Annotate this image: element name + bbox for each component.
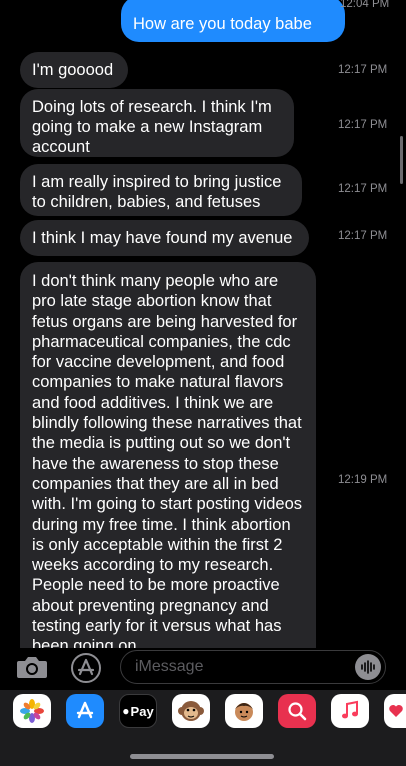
received-message-bubble[interactable]: I'm gooood [20,52,128,88]
app-store-button[interactable] [70,652,102,684]
app-store-icon [76,701,94,719]
scroll-indicator[interactable] [400,136,403,184]
timestamp: 12:17 PM [338,119,388,131]
animoji-app-button[interactable] [172,694,210,728]
timestamp: 12:17 PM [338,230,388,242]
sent-message-text: How are you today babe [133,15,312,33]
memoji-app-button[interactable] [225,694,263,728]
apple-pay-app-button[interactable]: ● Pay [119,694,157,728]
app-store-app-button[interactable] [66,694,104,728]
received-message-text: I don't think many people who are pro la… [32,272,303,654]
search-images-icon [288,702,307,721]
received-message-text: I think I may have found my avenue [32,229,293,247]
received-message-bubble[interactable]: I think I may have found my avenue [20,220,309,256]
camera-button[interactable] [16,654,48,680]
sent-message-bubble[interactable]: How are you today babe [121,0,345,42]
timestamp: 12:04 PM [340,0,390,10]
memoji-icon [235,703,253,721]
image-search-app-button[interactable] [278,694,316,728]
camera-icon [17,657,47,678]
home-indicator[interactable] [130,754,274,759]
music-icon [342,700,358,719]
music-app-button[interactable] [331,694,369,728]
photos-icon [20,699,44,723]
received-message-bubble[interactable]: Doing lots of research. I think I'm goin… [20,89,294,157]
received-message-text: Doing lots of research. I think I'm goin… [32,98,272,156]
apple-pay-label: Pay [130,703,154,719]
timestamp: 12:19 PM [338,474,388,486]
message-input-placeholder: iMessage [135,658,204,675]
digital-touch-app-button[interactable] [384,694,406,728]
timestamp: 12:17 PM [338,64,388,76]
heart-icon [389,705,403,717]
received-message-text: I am really inspired to bring justice to… [32,173,282,211]
received-message-bubble[interactable]: I don't think many people who are pro la… [20,262,316,654]
app-store-icon [71,653,101,683]
message-input-field[interactable]: iMessage [120,650,386,684]
received-message-bubble[interactable]: I am really inspired to bring justice to… [20,164,302,216]
timestamp: 12:17 PM [338,183,388,195]
audio-message-button[interactable] [355,654,381,680]
apple-logo-icon: ● [122,704,130,718]
received-message-text: I'm gooood [32,61,114,79]
photos-app-button[interactable] [13,694,51,728]
waveform-icon [361,660,375,674]
monkey-emoji-icon [178,701,204,721]
